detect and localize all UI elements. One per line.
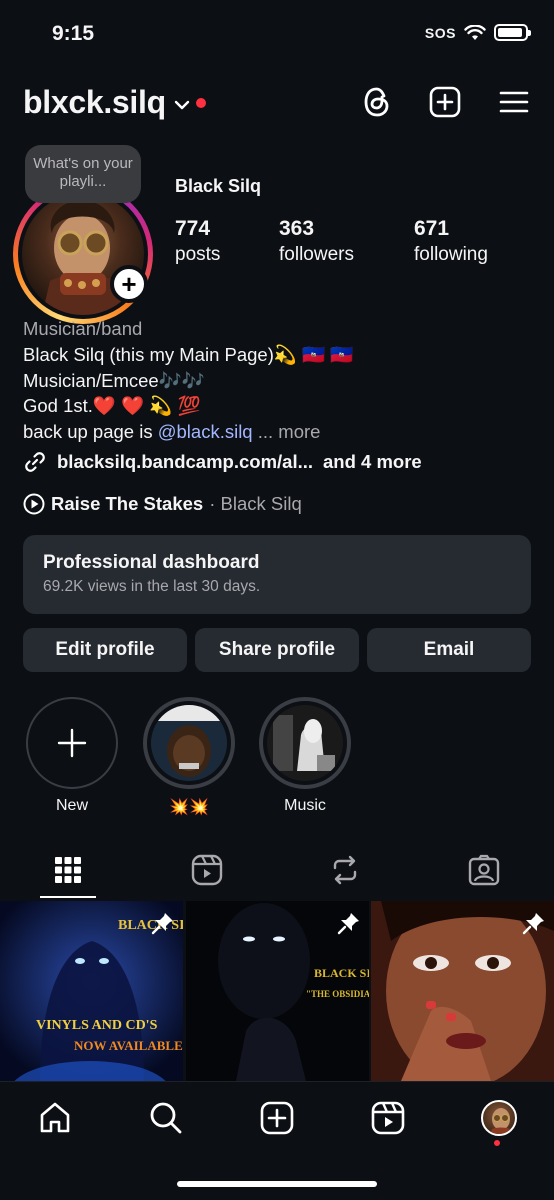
home-icon: [40, 1102, 70, 1133]
chevron-down-icon: [174, 100, 190, 109]
post-text: NOW AVAILABLE: [74, 1038, 183, 1053]
followers-stat[interactable]: 363 followers: [279, 217, 354, 266]
following-count: 671: [414, 217, 450, 240]
song-title: Raise The Stakes: [51, 493, 204, 514]
status-time: 9:15: [52, 22, 95, 45]
notification-dot: [195, 97, 206, 108]
bio-text: back up page is: [23, 421, 158, 443]
dashboard-title: Professional dashboard: [43, 552, 260, 573]
followers-count: 363: [279, 217, 315, 240]
username: blxck.silq: [23, 84, 166, 120]
link-more: and 4 more: [323, 451, 422, 472]
nav-profile[interactable]: [479, 1098, 519, 1138]
post-thumbnail[interactable]: [371, 901, 554, 1081]
reels-icon: [191, 854, 223, 886]
sos-indicator: SOS: [424, 24, 456, 41]
highlight-label: 💥💥: [169, 799, 209, 816]
bio: Musician/band Black Silq (this my Main P…: [23, 316, 353, 445]
external-link[interactable]: blacksilq.bandcamp.com/al... and 4 more: [23, 450, 422, 474]
home-indicator[interactable]: [177, 1181, 377, 1187]
highlight-thumbnail: [151, 705, 227, 781]
battery-icon: [494, 24, 531, 41]
repost-icon: [333, 855, 357, 885]
tab-reels[interactable]: [187, 850, 227, 890]
menu-button[interactable]: [497, 85, 531, 119]
mention-link[interactable]: @black.silq: [158, 421, 253, 442]
highlight-label: New: [55, 797, 88, 814]
account-switcher[interactable]: blxck.silq: [23, 84, 206, 121]
category-label: Musician/band: [23, 318, 143, 339]
nav-search[interactable]: [146, 1098, 186, 1138]
nav-create[interactable]: [257, 1098, 297, 1138]
highlight-new[interactable]: New: [25, 697, 119, 815]
add-story-button[interactable]: +: [110, 265, 148, 303]
tagged-person-icon: [468, 854, 500, 886]
bio-line: back up page is @black.silq ... more: [23, 419, 353, 445]
create-button[interactable]: [428, 85, 462, 119]
following-label: following: [414, 244, 488, 265]
notification-dot: [494, 1140, 500, 1146]
grid-icon: [55, 857, 81, 883]
reels-icon: [371, 1101, 405, 1135]
hamburger-menu-icon: [499, 91, 529, 113]
pin-icon: [151, 913, 173, 935]
dashboard-subtitle: 69.2K views in the last 30 days.: [43, 578, 261, 595]
posts-label: posts: [175, 244, 221, 265]
new-highlight-circle: [26, 697, 118, 789]
pin-icon: [522, 913, 544, 935]
plus-icon: [57, 728, 87, 758]
nav-home[interactable]: [35, 1098, 75, 1138]
threads-icon: [364, 87, 389, 117]
highlight-item[interactable]: 💥💥: [142, 697, 236, 817]
song-artist: · Black Silq: [209, 493, 302, 514]
posts-count: 774: [175, 217, 211, 240]
post-thumbnail[interactable]: BLACK SI VINYLS AND CD'S NOW AVAILABLE: [0, 901, 183, 1081]
email-button[interactable]: Email: [367, 628, 531, 672]
status-indicators: SOS: [424, 24, 531, 41]
post-text: BLACK SI: [314, 966, 369, 980]
nav-reels[interactable]: [368, 1098, 408, 1138]
profile-avatar[interactable]: [13, 184, 153, 324]
tab-tagged[interactable]: [464, 850, 504, 890]
link-icon: [25, 452, 45, 472]
plus-square-icon: [260, 1101, 294, 1135]
display-name: Black Silq: [175, 176, 262, 196]
bio-line: God 1st.❤️ ❤️ 💫 💯: [23, 395, 201, 417]
profile-music[interactable]: Raise The Stakes · Black Silq: [23, 493, 302, 515]
active-tab-indicator: [40, 896, 96, 898]
followers-label: followers: [279, 244, 354, 265]
threads-button[interactable]: [360, 85, 394, 119]
bio-line: Musician/Emcee🎶🎶: [23, 369, 205, 391]
following-stat[interactable]: 671 following: [414, 217, 488, 266]
highlight-label: Music: [284, 797, 326, 814]
bio-line: Black Silq (this my Main Page)💫 🇭🇹 🇭🇹: [23, 343, 354, 365]
note-bubble[interactable]: What's on your playli...: [25, 145, 141, 203]
plus-square-icon: [429, 86, 461, 118]
edit-profile-button[interactable]: Edit profile: [23, 628, 187, 672]
posts-stat[interactable]: 774 posts: [175, 217, 220, 266]
post-thumbnail[interactable]: BLACK SI "THE OBSIDIAN: [186, 901, 369, 1081]
link-url: blacksilq.bandcamp.com/al...: [57, 451, 314, 472]
professional-dashboard[interactable]: Professional dashboard 69.2K views in th…: [23, 535, 531, 614]
play-circle-icon: [23, 493, 45, 515]
pin-icon: [337, 913, 359, 935]
post-text: "THE OBSIDIAN: [306, 989, 369, 999]
share-profile-button[interactable]: Share profile: [195, 628, 359, 672]
highlight-item[interactable]: Music: [258, 697, 352, 815]
more-link[interactable]: ... more: [258, 421, 321, 442]
wifi-icon: [464, 24, 486, 40]
highlight-thumbnail: [267, 705, 343, 781]
tab-grid[interactable]: [48, 850, 88, 890]
search-icon: [150, 1102, 182, 1134]
profile-avatar-small: [481, 1100, 517, 1136]
tab-reposts[interactable]: [325, 850, 365, 890]
post-text: VINYLS AND CD'S: [36, 1018, 158, 1033]
